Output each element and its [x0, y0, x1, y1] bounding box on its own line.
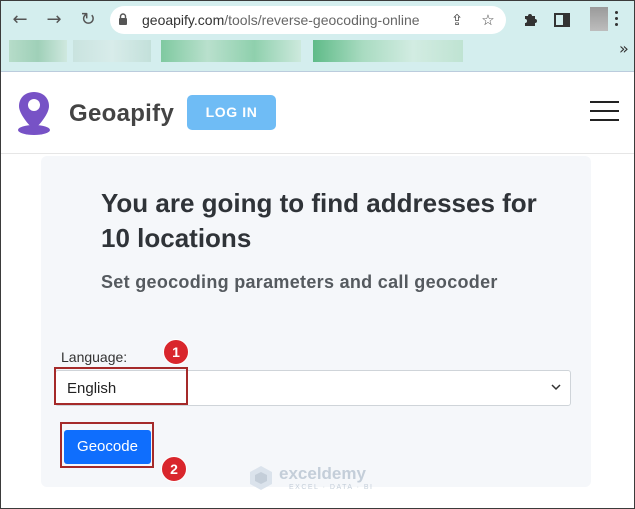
blurred-bookmark[interactable]: [9, 40, 67, 62]
watermark-name: exceldemy: [279, 464, 366, 483]
blurred-bookmark[interactable]: [313, 40, 463, 62]
section-subheading: Set geocoding parameters and call geocod…: [101, 272, 498, 292]
chevron-down-icon: [551, 384, 561, 391]
profile-avatar[interactable]: [590, 7, 608, 31]
login-button[interactable]: LOG IN: [187, 95, 276, 130]
url-path: /tools/reverse-geocoding-online: [224, 12, 420, 28]
blurred-bookmark[interactable]: [73, 40, 151, 62]
reload-icon[interactable]: ↻: [78, 10, 98, 30]
share-icon[interactable]: ⇪: [447, 10, 467, 30]
page-heading: You are going to find addresses for 10 l…: [101, 188, 537, 253]
language-label: Language:: [61, 349, 128, 365]
blurred-bookmark[interactable]: [161, 40, 301, 62]
highlight-box-language: [54, 367, 188, 405]
step-badge-1: 1: [163, 339, 189, 365]
more-bookmarks-icon[interactable]: »: [619, 39, 629, 58]
browser-menu-icon[interactable]: [614, 9, 620, 29]
exceldemy-logo-icon: [250, 466, 272, 490]
watermark-tagline: EXCEL · DATA · BI: [289, 484, 374, 491]
url-text: geoapify.com/tools/reverse-geocoding-onl…: [142, 12, 420, 28]
highlight-box-geocode: [60, 422, 154, 468]
back-arrow-icon[interactable]: ←: [10, 10, 30, 30]
hamburger-menu-icon[interactable]: [590, 101, 619, 123]
brand-name[interactable]: Geoapify: [69, 100, 174, 128]
forward-arrow-icon[interactable]: →: [44, 10, 64, 30]
address-bar[interactable]: geoapify.com/tools/reverse-geocoding-onl…: [110, 6, 506, 34]
bookmarks-bar: [1, 37, 634, 67]
extensions-puzzle-icon[interactable]: [520, 10, 540, 30]
lock-icon: [119, 13, 127, 25]
browser-toolbar: ← → ↻ geoapify.com/tools/reverse-geocodi…: [1, 1, 634, 72]
star-icon[interactable]: ☆: [478, 10, 498, 30]
site-header: Geoapify LOG IN: [1, 72, 634, 154]
browser-window: ← → ↻ geoapify.com/tools/reverse-geocodi…: [0, 0, 635, 509]
url-host: geoapify.com: [142, 12, 225, 28]
geoapify-logo-icon[interactable]: [16, 90, 52, 136]
exceldemy-watermark: exceldemy EXCEL · DATA · BI: [245, 462, 395, 498]
step-badge-2: 2: [161, 456, 187, 482]
side-panel-icon[interactable]: [552, 10, 572, 30]
